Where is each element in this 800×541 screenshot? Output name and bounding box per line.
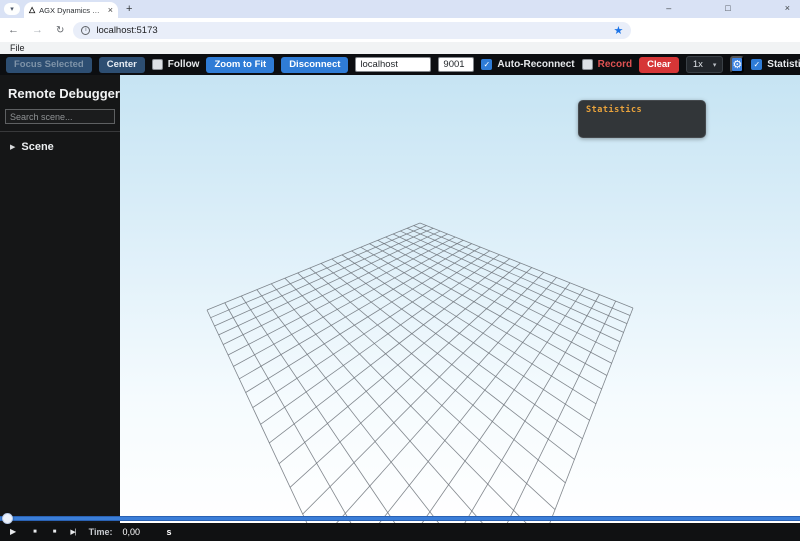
url-bar: ← → ↻ i localhost:5173 ★: [0, 18, 800, 42]
tab-title: AGX Dynamics Web Debugger: [39, 6, 104, 15]
tree-expander-icon[interactable]: ▶: [10, 143, 15, 151]
statistics-panel[interactable]: Statistics: [578, 100, 706, 138]
timeline-handle[interactable]: [2, 513, 13, 524]
tree-item-scene[interactable]: ▶ Scene: [10, 141, 120, 153]
url-text: localhost:5173: [96, 25, 613, 36]
site-info-icon[interactable]: i: [81, 26, 90, 35]
forward-icon[interactable]: →: [32, 24, 43, 36]
browser-tab[interactable]: △ AGX Dynamics Web Debugger ×: [24, 2, 118, 18]
time-value: 0,00: [122, 527, 156, 537]
sidebar-divider: [0, 131, 120, 132]
auto-reconnect-label: Auto-Reconnect: [497, 59, 574, 70]
search-scene-input[interactable]: [5, 109, 115, 124]
clear-button[interactable]: Clear: [639, 57, 679, 73]
record-checkbox[interactable]: [582, 59, 593, 70]
statistics-panel-title: Statistics: [586, 105, 698, 115]
zoom-to-fit-button[interactable]: Zoom to Fit: [206, 57, 274, 73]
settings-button[interactable]: ⚙: [730, 56, 744, 73]
statistics-checkbox[interactable]: ✓: [751, 59, 762, 70]
scene-sidebar: Remote Debugger ▶ Scene: [0, 75, 120, 523]
browser-chrome: ▾ △ AGX Dynamics Web Debugger × + – □ × …: [0, 0, 800, 54]
chevron-down-icon: ▾: [10, 5, 14, 13]
speed-value: 1x: [693, 59, 703, 70]
address-field[interactable]: i localhost:5173 ★: [73, 22, 631, 39]
statistics-label: Statistics: [767, 59, 800, 70]
tree-item-label: Scene: [21, 141, 53, 153]
close-button[interactable]: ×: [785, 3, 790, 13]
ground-grid: [120, 75, 800, 523]
record-label: Record: [598, 59, 632, 70]
back-icon[interactable]: ←: [8, 24, 19, 36]
follow-checkbox[interactable]: [152, 59, 163, 70]
follow-label: Follow: [168, 59, 200, 70]
auto-reconnect-checkbox[interactable]: ✓: [481, 59, 492, 70]
3d-viewport[interactable]: Statistics: [120, 75, 800, 523]
debugger-toolbar: Focus Selected Center Follow Zoom to Fit…: [0, 54, 800, 75]
pause-button[interactable]: ■: [53, 529, 57, 535]
time-unit: s: [166, 527, 171, 537]
sidebar-title: Remote Debugger: [8, 86, 120, 101]
host-input[interactable]: [355, 57, 431, 72]
timeline-track[interactable]: [0, 516, 800, 521]
file-menu[interactable]: File: [10, 43, 25, 53]
center-button[interactable]: Center: [99, 57, 145, 73]
play-button[interactable]: ▶: [10, 528, 16, 536]
playback-speed-select[interactable]: 1x ▾: [686, 56, 724, 73]
stop-button[interactable]: ■: [33, 529, 37, 535]
minimize-button[interactable]: –: [666, 3, 671, 13]
reload-icon[interactable]: ↻: [56, 25, 64, 36]
skip-to-end-button[interactable]: ▶|: [70, 529, 75, 536]
app-menubar: File: [0, 42, 800, 54]
main-area: Remote Debugger ▶ Scene Statistics: [0, 75, 800, 523]
port-input[interactable]: [438, 57, 474, 72]
transport-bar: ▶ ■ ■ ▶| Time: 0,00 s: [0, 523, 800, 541]
disconnect-button[interactable]: Disconnect: [281, 57, 348, 73]
timeline-slider[interactable]: [0, 513, 800, 524]
new-tab-button[interactable]: +: [126, 3, 132, 15]
bookmark-star-icon[interactable]: ★: [614, 24, 624, 37]
time-label: Time:: [89, 527, 113, 537]
chevron-down-icon: ▾: [713, 61, 717, 69]
agx-favicon-icon: △: [29, 6, 35, 14]
tab-search-button[interactable]: ▾: [4, 3, 20, 15]
focus-selected-button[interactable]: Focus Selected: [6, 57, 92, 73]
tab-close-icon[interactable]: ×: [108, 6, 113, 15]
tab-strip: ▾ △ AGX Dynamics Web Debugger × + – □ ×: [0, 0, 800, 18]
gear-icon: ⚙: [732, 58, 742, 71]
window-controls: – □ ×: [666, 3, 790, 13]
maximize-button[interactable]: □: [725, 3, 730, 13]
